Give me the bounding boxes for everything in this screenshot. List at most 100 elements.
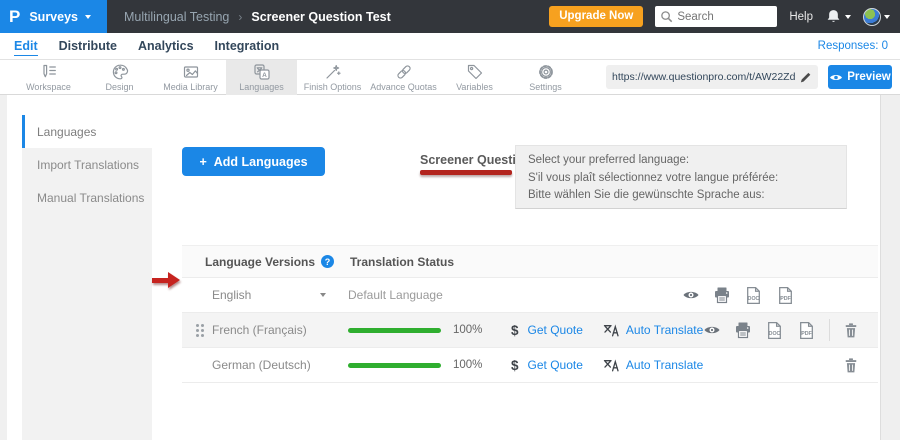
svg-text:PDF: PDF — [780, 295, 791, 301]
annotation-arrow — [152, 272, 180, 289]
toolbar-item-workspace[interactable]: Workspace — [13, 60, 84, 95]
pencil-icon[interactable] — [799, 71, 812, 84]
print-icon[interactable] — [713, 286, 731, 304]
language-dropdown[interactable] — [320, 293, 326, 297]
image-icon — [182, 63, 200, 81]
export-doc-icon[interactable]: DOC — [765, 321, 784, 340]
preview-eye-icon[interactable] — [682, 286, 700, 304]
workspace-icon — [40, 63, 58, 81]
bell-icon — [825, 8, 842, 25]
column-language-versions: Language Versions — [205, 255, 315, 269]
toolbar-item-variables[interactable]: Variables — [439, 60, 510, 95]
scrollbar-track[interactable] — [880, 95, 900, 440]
breadcrumb-separator: › — [238, 10, 242, 24]
preview-eye-icon[interactable] — [703, 321, 721, 339]
translation-progress-bar — [348, 328, 441, 333]
default-language-label: Default Language — [348, 288, 443, 302]
toolbar-item-finish-options[interactable]: Finish Options — [297, 60, 368, 95]
sidebar-item-import-translations[interactable]: Import Translations — [22, 148, 152, 181]
sidebar-item-languages[interactable]: Languages — [22, 115, 152, 148]
screener-line-en: Select your preferred language: — [528, 152, 834, 170]
language-name: English — [212, 288, 251, 302]
divider — [829, 319, 830, 341]
export-pdf-icon[interactable]: PDF — [776, 286, 795, 305]
wand-icon — [324, 63, 342, 81]
notifications-menu[interactable] — [825, 8, 851, 25]
tag-icon — [466, 63, 484, 81]
palette-icon — [111, 63, 129, 81]
questionpro-logo: P — [9, 7, 20, 27]
survey-url-field[interactable]: https://www.questionpro.com/t/AW22Zd50 — [606, 65, 818, 89]
chain-links-icon — [395, 63, 413, 81]
tab-distribute[interactable]: Distribute — [59, 37, 117, 56]
preview-button[interactable]: Preview — [828, 65, 892, 89]
gear-icon — [537, 63, 555, 81]
export-pdf-icon[interactable]: PDF — [797, 321, 816, 340]
language-name: French (Français) — [212, 323, 307, 337]
get-quote-link[interactable]: $ Get Quote — [511, 358, 583, 373]
auto-translate-icon — [603, 322, 620, 338]
table-row-german: German (Deutsch) 100% $ Get Quote Auto T… — [182, 348, 878, 383]
svg-text:DOC: DOC — [748, 295, 760, 301]
toolbar-item-languages[interactable]: A Languages — [226, 60, 297, 95]
survey-url: https://www.questionpro.com/t/AW22Zd50 — [612, 71, 795, 83]
svg-text:DOC: DOC — [769, 330, 781, 336]
page-title: Screener Question Test — [251, 10, 390, 24]
toolbar-item-settings[interactable]: Settings — [510, 60, 581, 95]
chevron-down-icon — [845, 15, 851, 19]
table-row-french: French (Français) 100% $ Get Quote Auto … — [182, 313, 878, 348]
progress-percent: 100% — [453, 359, 487, 371]
toolbar-item-media-library[interactable]: Media Library — [155, 60, 226, 95]
toolbar-item-design[interactable]: Design — [84, 60, 155, 95]
print-icon[interactable] — [734, 321, 752, 339]
delete-icon[interactable] — [843, 357, 859, 374]
breadcrumb-survey[interactable]: Multilingual Testing — [124, 10, 229, 24]
eye-icon — [829, 72, 843, 83]
auto-translate-link[interactable]: Auto Translate — [603, 357, 703, 373]
sidebar-item-manual-translations[interactable]: Manual Translations — [22, 181, 152, 214]
screener-line-de: Bitte wählen Sie die gewünschte Sprache … — [528, 187, 834, 205]
auto-translate-link[interactable]: Auto Translate — [603, 322, 703, 338]
responses-count[interactable]: Responses: 0 — [818, 40, 888, 52]
screener-question-preview: Select your preferred language: S'il vou… — [515, 145, 847, 209]
add-languages-button[interactable]: + Add Languages — [182, 147, 325, 176]
account-menu[interactable] — [863, 8, 890, 26]
dollar-icon: $ — [511, 358, 519, 373]
delete-icon[interactable] — [843, 322, 859, 339]
chevron-down-icon — [884, 15, 890, 19]
plus-icon: + — [199, 155, 206, 169]
global-search[interactable] — [655, 6, 777, 27]
search-icon — [660, 10, 673, 23]
language-name: German (Deutsch) — [212, 358, 311, 372]
questionpro-brand[interactable]: P Surveys — [0, 0, 107, 33]
topbar: P Surveys Multilingual Testing › Screene… — [0, 0, 900, 33]
breadcrumb: Multilingual Testing › Screener Question… — [124, 0, 391, 33]
progress-percent: 100% — [453, 324, 487, 336]
language-versions-table: Language Versions ? Translation Status E… — [182, 245, 878, 383]
column-translation-status: Translation Status — [350, 255, 454, 269]
annotation-underline — [420, 170, 512, 175]
upgrade-now-button[interactable]: Upgrade Now — [549, 6, 643, 27]
export-doc-icon[interactable]: DOC — [744, 286, 763, 305]
avatar — [863, 8, 881, 26]
svg-text:PDF: PDF — [802, 330, 813, 336]
product-switcher-label: Surveys — [29, 10, 78, 24]
translate-icon: A — [253, 63, 271, 81]
tab-integration[interactable]: Integration — [215, 37, 280, 56]
search-input[interactable] — [677, 11, 765, 23]
tab-analytics[interactable]: Analytics — [138, 37, 194, 56]
drag-handle[interactable] — [196, 324, 204, 337]
help-link[interactable]: Help — [789, 11, 813, 23]
translation-progress-bar — [348, 363, 441, 368]
get-quote-link[interactable]: $ Get Quote — [511, 323, 583, 338]
tab-edit[interactable]: Edit — [14, 37, 38, 56]
languages-sidebar: Languages Import Translations Manual Tra… — [22, 115, 152, 440]
toolbar-item-advance-quotas[interactable]: Advance Quotas — [368, 60, 439, 95]
screener-line-fr: S'il vous plaît sélectionnez votre langu… — [528, 170, 834, 188]
main-content: Languages Import Translations Manual Tra… — [0, 95, 900, 440]
table-header: Language Versions ? Translation Status — [182, 245, 878, 278]
chevron-down-icon — [85, 15, 91, 19]
table-row-english: English Default Language DOC PDF — [182, 278, 878, 313]
help-icon[interactable]: ? — [321, 255, 334, 268]
dollar-icon: $ — [511, 323, 519, 338]
